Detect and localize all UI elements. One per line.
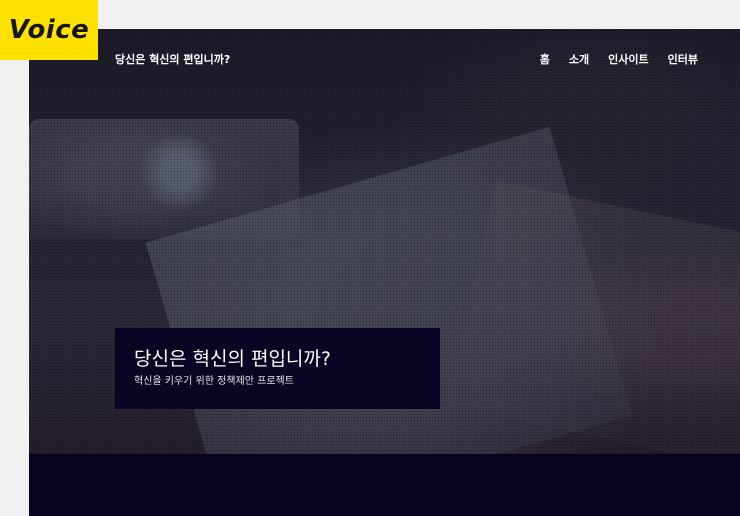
hero-subtitle: 혁신을 키우기 위한 정책제안 프로젝트	[134, 376, 294, 387]
main-nav: 홈 소개 인사이트 인터뷰	[540, 51, 698, 67]
hero-title: 당신은 혁신의 편입니까?	[134, 348, 331, 370]
voice-badge: Voice	[0, 0, 98, 60]
nav-item-home[interactable]: 홈	[540, 51, 550, 67]
nav-item-about[interactable]: 소개	[569, 51, 589, 67]
nav-item-insight[interactable]: 인사이트	[608, 51, 648, 67]
site-preview: 당신은 혁신의 편입니까? 홈 소개 인사이트 인터뷰 당신은 혁신의 편입니까…	[29, 29, 740, 516]
voice-badge-label: Voice	[8, 15, 90, 45]
hero-background-image: 당신은 혁신의 편입니까? 홈 소개 인사이트 인터뷰 당신은 혁신의 편입니까…	[29, 29, 740, 516]
nav-item-interview[interactable]: 인터뷰	[668, 51, 698, 67]
site-title-link[interactable]: 당신은 혁신의 편입니까?	[115, 51, 230, 67]
footer-band	[29, 454, 740, 516]
hero-caption-box: 당신은 혁신의 편입니까? 혁신을 키우기 위한 정책제안 프로젝트	[115, 328, 440, 409]
